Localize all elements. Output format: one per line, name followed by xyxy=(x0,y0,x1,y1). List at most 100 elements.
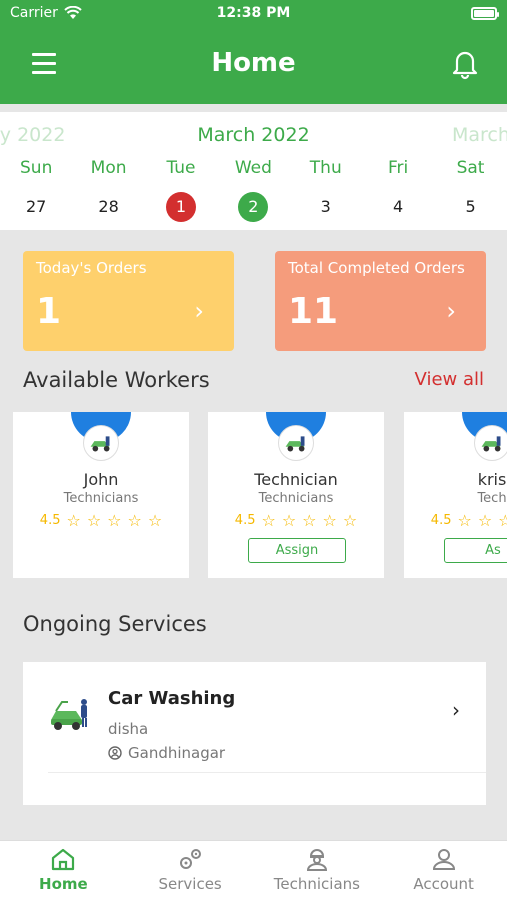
available-workers-title: Available Workers xyxy=(23,368,210,392)
day-name: Tue xyxy=(166,158,196,178)
calendar-day[interactable]: Fri 4 xyxy=(362,158,434,222)
star-outline-icon: ☆ xyxy=(342,511,358,530)
day-name: Thu xyxy=(309,158,342,178)
month-row: ry 2022 March 2022 March xyxy=(0,112,507,152)
star-outline-icon: ☆ xyxy=(281,511,297,530)
mechanic-avatar-icon xyxy=(474,425,507,461)
day-date: 5 xyxy=(465,197,476,216)
todays-orders-count: 1 xyxy=(36,291,62,332)
worker-card[interactable]: Technician Technicians 4.5 ☆ ☆ ☆ ☆ ☆ Ass… xyxy=(208,412,384,578)
worker-role: Tech xyxy=(477,491,507,506)
workers-carousel[interactable]: John Technicians 4.5 ☆ ☆ ☆ ☆ ☆ Technicia… xyxy=(0,412,507,578)
worker-card[interactable]: kris Tech 4.5 ☆ ☆ ☆ ☆ ☆ As xyxy=(404,412,507,578)
location-pin-icon xyxy=(108,746,122,760)
location-label: Gandhinagar xyxy=(128,744,226,762)
star-outline-icon: ☆ xyxy=(127,511,142,530)
status-bar: Carrier 12:38 PM xyxy=(0,5,507,27)
worker-rating: 4.5 ☆ ☆ ☆ ☆ ☆ xyxy=(404,511,507,530)
completed-orders-card[interactable]: Total Completed Orders 11 › xyxy=(275,251,486,351)
worker-role: Technicians xyxy=(258,491,334,506)
day-date-marked: 1 xyxy=(165,192,196,222)
tab-home[interactable]: Home xyxy=(0,841,127,900)
tab-services[interactable]: Services xyxy=(127,841,254,900)
rating-value: 4.5 xyxy=(39,513,61,528)
ongoing-service-card[interactable]: Car Washing disha Gandhinagar › xyxy=(23,662,486,805)
worker-rating: 4.5 ☆ ☆ ☆ ☆ ☆ xyxy=(13,511,189,530)
completed-orders-count: 11 xyxy=(288,291,339,332)
rating-value: 4.5 xyxy=(234,513,256,528)
tab-account[interactable]: Account xyxy=(380,841,507,900)
day-date-marked: 2 xyxy=(238,192,269,222)
assign-button[interactable]: As xyxy=(444,538,507,563)
day-list: Sun 27 Mon 28 Tue 1 Wed 2 Thu 3 Fri 4 Sat 5 xyxy=(0,158,507,222)
calendar-day[interactable]: Thu 3 xyxy=(290,158,362,222)
week-calendar[interactable]: ry 2022 March 2022 March Sun27Mon28Tue1W… xyxy=(0,112,507,230)
current-month-label: March 2022 xyxy=(197,124,310,146)
worker-role: Technicians xyxy=(63,491,139,506)
star-outline-icon: ☆ xyxy=(457,511,472,530)
assign-button[interactable]: Assign xyxy=(248,538,346,563)
car-repair-icon xyxy=(51,699,87,730)
worker-rating: 4.5 ☆ ☆ ☆ ☆ ☆ xyxy=(208,511,384,530)
app-header: Carrier 12:38 PM Home xyxy=(0,0,507,104)
worker-name: John xyxy=(83,470,119,489)
star-outline-icon: ☆ xyxy=(498,511,507,530)
todays-orders-card[interactable]: Today's Orders 1 › xyxy=(23,251,234,351)
service-customer: disha xyxy=(108,720,149,738)
view-all-link[interactable]: View all xyxy=(415,369,484,390)
day-date: 3 xyxy=(320,197,331,216)
todays-orders-label: Today's Orders xyxy=(36,259,147,277)
home-icon xyxy=(52,848,75,871)
star-outline-icon: ☆ xyxy=(477,511,493,530)
star-outline-icon: ☆ xyxy=(261,511,276,530)
chevron-right-icon: › xyxy=(194,297,204,325)
day-date: 28 xyxy=(98,197,119,216)
star-outline-icon: ☆ xyxy=(66,511,81,530)
worker-name: Technician xyxy=(254,470,338,489)
person-icon xyxy=(432,849,455,870)
completed-orders-label: Total Completed Orders xyxy=(288,259,465,277)
day-date: 4 xyxy=(393,197,404,216)
star-outline-icon: ☆ xyxy=(107,511,122,530)
calendar-day[interactable]: Sun 27 xyxy=(0,158,72,222)
star-outline-icon: ☆ xyxy=(322,511,337,530)
gears-icon xyxy=(180,849,202,869)
star-outline-icon: ☆ xyxy=(302,511,317,530)
page-title: Home xyxy=(211,48,296,78)
bottom-tab-bar: Home Services Technicians Account xyxy=(0,840,507,900)
worker-name: kris xyxy=(477,470,507,489)
service-location: Gandhinagar xyxy=(108,744,225,762)
day-name: Sun xyxy=(20,158,53,178)
technician-icon xyxy=(306,849,327,871)
next-month-label[interactable]: March xyxy=(452,124,507,146)
chevron-right-icon: › xyxy=(446,297,456,325)
service-name: Car Washing xyxy=(108,688,236,709)
day-name: Fri xyxy=(388,158,409,178)
calendar-day[interactable]: Tue 1 xyxy=(145,158,217,222)
status-time: 12:38 PM xyxy=(216,5,291,21)
tab-home-label: Home xyxy=(39,875,88,893)
calendar-day[interactable]: Mon 28 xyxy=(72,158,144,222)
mechanic-avatar-icon xyxy=(83,425,119,461)
nav-bar: Home xyxy=(0,44,507,88)
rating-value: 4.5 xyxy=(430,513,452,528)
chevron-right-icon[interactable]: › xyxy=(452,698,460,722)
worker-card[interactable]: John Technicians 4.5 ☆ ☆ ☆ ☆ ☆ xyxy=(13,412,189,578)
mechanic-avatar-icon xyxy=(278,425,314,461)
tab-account-label: Account xyxy=(413,875,474,893)
tab-technicians[interactable]: Technicians xyxy=(254,841,381,900)
day-name: Wed xyxy=(234,158,272,178)
day-date: 27 xyxy=(26,197,47,216)
star-outline-icon: ☆ xyxy=(147,511,163,530)
calendar-day[interactable]: Sat 5 xyxy=(434,158,506,222)
battery-icon xyxy=(471,7,499,20)
day-name: Mon xyxy=(90,158,127,178)
calendar-day[interactable]: Wed 2 xyxy=(217,158,289,222)
tab-services-label: Services xyxy=(158,875,222,893)
star-outline-icon: ☆ xyxy=(86,511,102,530)
divider xyxy=(48,772,486,773)
day-name: Sat xyxy=(456,158,485,178)
tab-technicians-label: Technicians xyxy=(273,875,360,893)
bell-icon[interactable] xyxy=(451,48,479,80)
ongoing-services-title: Ongoing Services xyxy=(23,612,207,636)
